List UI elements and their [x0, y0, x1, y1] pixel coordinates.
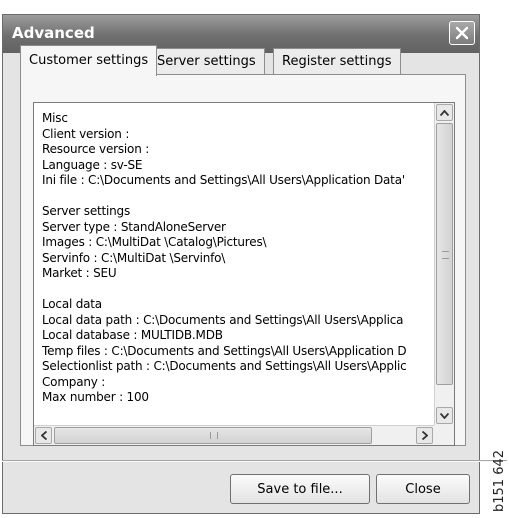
content-line: Selectionlist path : C:\Documents and Se…: [42, 359, 407, 373]
scroll-corner: [434, 425, 454, 445]
settings-text: Misc Client version : Resource version : La…: [42, 111, 432, 421]
horizontal-scroll-thumb[interactable]: [54, 427, 372, 444]
horizontal-scrollbar[interactable]: [34, 425, 434, 445]
content-line: Max number : 100: [42, 390, 149, 404]
scroll-left-icon[interactable]: [35, 427, 52, 444]
content-line: Misc: [42, 111, 68, 125]
content-line: Temp files : C:\Documents and Settings\A…: [42, 343, 407, 358]
content-line: Server settings: [42, 204, 131, 218]
divider: [2, 460, 507, 462]
figure-code: b151 642: [488, 432, 508, 514]
content-line: Server type : StandAloneServer: [42, 219, 226, 234]
content-line: Local database : MULTIDB.MDB: [42, 328, 223, 342]
content-line: Servinfo : C:\MultiDat \Servinfo\: [42, 250, 226, 265]
content-line: Language : sv-SE: [42, 157, 143, 172]
scroll-right-icon[interactable]: [416, 427, 433, 444]
window-title: Advanced: [12, 24, 95, 42]
settings-listbox[interactable]: Misc Client version : Resource version : La…: [33, 102, 455, 446]
scroll-up-icon[interactable]: [436, 104, 453, 121]
tab-customer-settings[interactable]: Customer settings: [20, 45, 158, 76]
tab-register-settings[interactable]: Register settings: [273, 48, 401, 74]
vertical-scroll-thumb[interactable]: [436, 123, 453, 385]
scroll-down-icon[interactable]: [436, 407, 453, 424]
content-line: Company :: [42, 374, 106, 389]
tab-server-settings[interactable]: Server settings: [148, 48, 265, 74]
content-line: [42, 282, 432, 298]
close-icon[interactable]: [449, 21, 475, 45]
content-line: Local data path : C:\Documents and Setti…: [42, 312, 404, 327]
close-button[interactable]: Close: [376, 474, 470, 504]
content-line: Images : C:\MultiDat \Catalog\Pictures\: [42, 235, 267, 249]
content-line: Local data: [42, 297, 102, 311]
content-line: Ini file : C:\Documents and Settings\All…: [42, 173, 405, 187]
content-line: Client version :: [42, 126, 130, 141]
vertical-scrollbar[interactable]: [434, 103, 454, 425]
content-line: Resource version :: [42, 142, 150, 156]
save-to-file-button[interactable]: Save to file...: [230, 474, 370, 504]
content-line: [42, 189, 432, 205]
figure-code-text: b151 642: [492, 450, 507, 512]
content-line: Market : SEU: [42, 266, 117, 280]
